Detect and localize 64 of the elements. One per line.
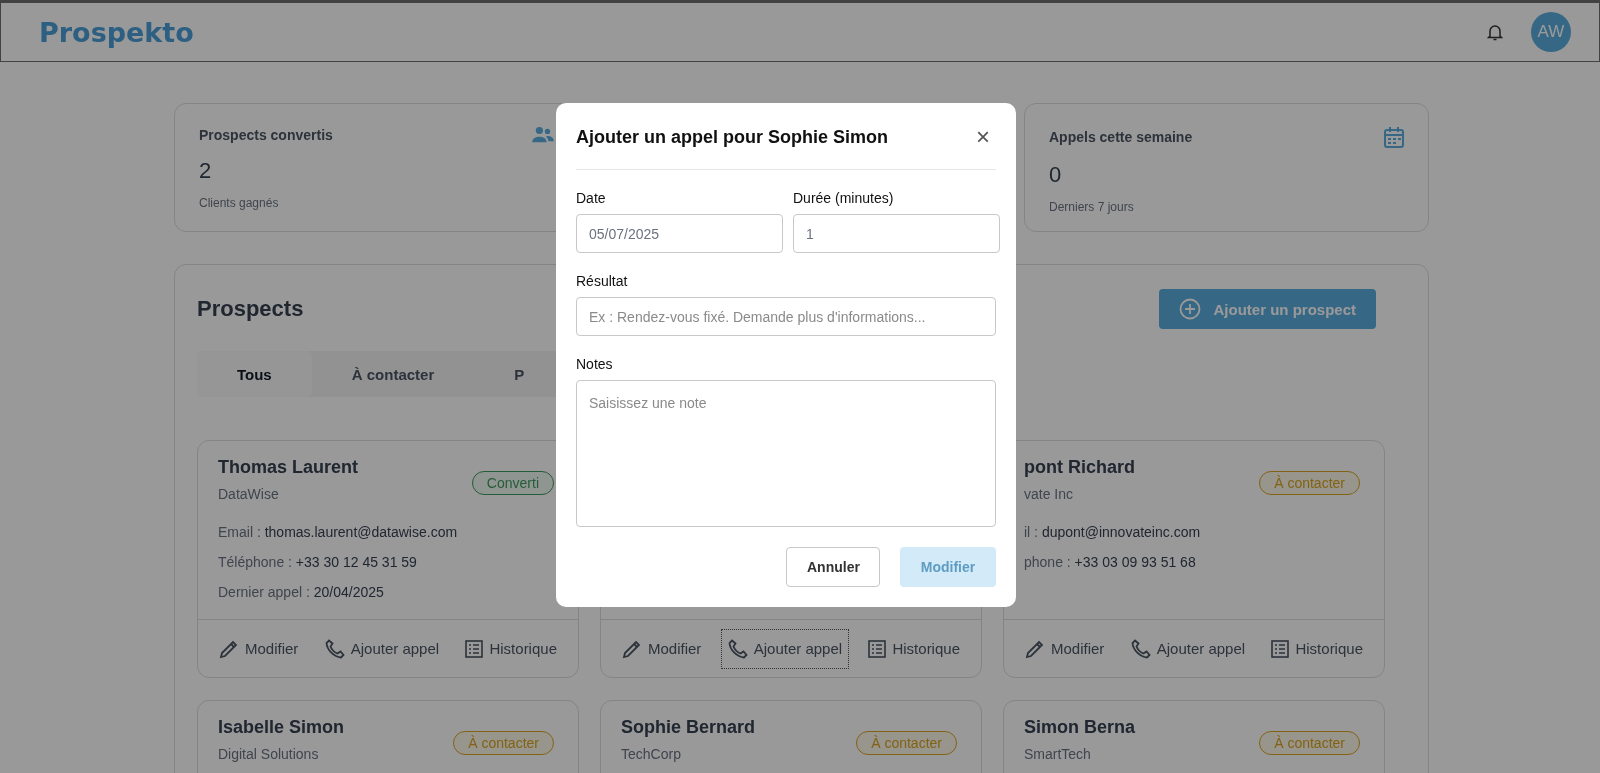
pencil-icon — [1025, 638, 1045, 659]
card-action-button[interactable]: Ajouter appel — [1123, 628, 1253, 669]
field-label: Date — [576, 190, 607, 206]
prospect-name: Simon Berna — [1024, 717, 1136, 738]
date-field[interactable]: 05/07/2025 — [576, 214, 783, 253]
prospect-name: Isabelle Simon — [218, 717, 345, 738]
stat-value: 2 — [199, 158, 213, 184]
card-action-button[interactable]: Ajouter appel — [720, 628, 850, 669]
close-button[interactable]: × — [970, 125, 996, 149]
plus-circle-icon — [1179, 298, 1202, 320]
field-label: Résultat — [576, 273, 629, 289]
filter-tab[interactable]: Tous — [197, 351, 312, 397]
status-badge: Converti — [471, 471, 554, 495]
filter-tab[interactable]: P — [474, 351, 565, 397]
stat-caption: Clients gagnés — [199, 196, 280, 210]
contact-detail: Dernier appel : 20/04/2025 — [218, 584, 385, 600]
list-icon — [465, 639, 484, 658]
prospect-name: Thomas Laurent — [218, 457, 359, 478]
card-action-button[interactable]: Modifier — [615, 628, 709, 669]
list-icon — [868, 639, 887, 658]
company-name: DataWise — [218, 486, 280, 502]
card-action-button[interactable]: Historique — [458, 628, 564, 669]
field-label: Durée (minutes) — [793, 190, 895, 206]
result-field[interactable]: Ex : Rendez-vous fixé. Demande plus d'informations... — [576, 297, 996, 336]
calendar-icon — [1384, 126, 1404, 148]
pencil-icon — [622, 638, 642, 659]
bell-icon[interactable] — [1487, 23, 1503, 41]
pencil-icon — [219, 638, 239, 659]
filter-tab[interactable]: À contacter — [311, 351, 475, 397]
status-badge: À contacter — [1259, 731, 1360, 755]
modal-title: Ajouter un appel pour Sophie Simon — [576, 126, 888, 148]
contact-detail: il : dupont@innovateinc.com — [1024, 524, 1202, 540]
status-badge: À contacter — [856, 731, 957, 755]
stat-caption: Derniers 7 jours — [1049, 200, 1135, 214]
stat-value: 0 — [1049, 162, 1063, 188]
status-badge: À contacter — [1259, 471, 1360, 495]
duration-field[interactable]: 1 — [793, 214, 1000, 253]
list-icon — [1271, 639, 1290, 658]
status-badge: À contacter — [453, 731, 554, 755]
phone-icon — [727, 638, 748, 659]
phone-icon — [1130, 638, 1151, 659]
company-name: Digital Solutions — [218, 746, 320, 762]
contact-detail: Téléphone : +33 30 12 45 31 59 — [218, 554, 418, 570]
prospect-name: Sophie Bernard — [621, 717, 756, 738]
cancel-button[interactable]: Annuler — [786, 547, 880, 587]
card-action-button[interactable]: Modifier — [212, 628, 306, 669]
phone-icon — [324, 638, 345, 659]
company-name: TechCorp — [621, 746, 682, 762]
field-label: Notes — [576, 356, 614, 372]
card-action-button[interactable]: Historique — [861, 628, 967, 669]
logo[interactable]: Prospekto — [39, 16, 194, 48]
notes-field[interactable]: Saisissez une note — [576, 380, 996, 527]
prospect-name: pont Richard — [1024, 457, 1135, 478]
company-name: vate Inc — [1024, 486, 1075, 502]
card-action-button[interactable]: Modifier — [1018, 628, 1112, 669]
stat-title: Prospects convertis — [199, 127, 333, 143]
people-icon — [532, 126, 554, 144]
section-title: Prospects — [197, 296, 304, 322]
company-name: SmartTech — [1024, 746, 1092, 762]
contact-detail: phone : +33 03 09 93 51 68 — [1024, 554, 1197, 570]
card-action-button[interactable]: Historique — [1264, 628, 1370, 669]
card-action-button[interactable]: Ajouter appel — [317, 628, 447, 669]
contact-detail: Email : thomas.laurent@datawise.com — [218, 524, 459, 540]
stat-title: Appels cette semaine — [1049, 129, 1193, 145]
